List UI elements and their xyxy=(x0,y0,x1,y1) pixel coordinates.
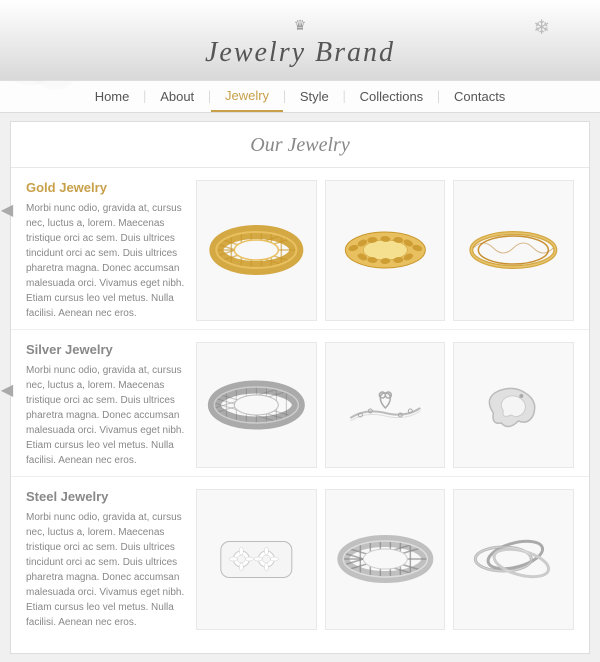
nav-jewelry[interactable]: Jewelry xyxy=(211,81,283,112)
main-content: Our Jewelry Gold Jewelry Morbi nunc odio… xyxy=(10,121,590,654)
steel-description-block: Steel Jewelry Morbi nunc odio, gravida a… xyxy=(26,489,186,630)
section-title: Our Jewelry xyxy=(11,122,589,168)
steel-image-1[interactable] xyxy=(196,489,317,630)
silver-image-1[interactable] xyxy=(196,342,317,468)
steel-description-text: Morbi nunc odio, gravida at, cursus nec,… xyxy=(26,510,186,630)
header: ♛ Jewelry Brand ❄ xyxy=(0,0,600,80)
nav-style[interactable]: Style xyxy=(286,82,343,111)
nav-home[interactable]: Home xyxy=(81,82,144,111)
page-wrapper: ♛ Jewelry Brand ❄ Home | About | Jewelry… xyxy=(0,0,600,662)
gold-description-text: Morbi nunc odio, gravida at, cursus nec,… xyxy=(26,201,186,321)
nav-collections[interactable]: Collections xyxy=(346,82,438,111)
scroll-down-arrow[interactable]: ◀ xyxy=(0,380,14,400)
scroll-up-arrow[interactable]: ◀ xyxy=(0,200,14,220)
silver-description-block: Silver Jewelry Morbi nunc odio, gravida … xyxy=(26,342,186,468)
gold-category-title: Gold Jewelry xyxy=(26,180,186,195)
gold-image-3[interactable] xyxy=(453,180,574,321)
steel-image-3[interactable] xyxy=(453,489,574,630)
silver-images xyxy=(196,342,574,468)
silver-category-title: Silver Jewelry xyxy=(26,342,186,357)
steel-jewelry-row: Steel Jewelry Morbi nunc odio, gravida a… xyxy=(11,476,589,638)
nav-bar: Home | About | Jewelry | Style | Collect… xyxy=(0,80,600,113)
nav-contacts[interactable]: Contacts xyxy=(440,82,519,111)
steel-image-2[interactable] xyxy=(325,489,446,630)
steel-images xyxy=(196,489,574,630)
gold-image-2[interactable] xyxy=(325,180,446,321)
gold-images xyxy=(196,180,574,321)
silver-image-3[interactable] xyxy=(453,342,574,468)
steel-category-title: Steel Jewelry xyxy=(26,489,186,504)
nav-about[interactable]: About xyxy=(146,82,208,111)
crown-icon: ♛ xyxy=(0,18,600,35)
silver-description-text: Morbi nunc odio, gravida at, cursus nec,… xyxy=(26,363,186,468)
gold-description-block: Gold Jewelry Morbi nunc odio, gravida at… xyxy=(26,180,186,321)
silver-image-2[interactable] xyxy=(325,342,446,468)
gold-image-1[interactable] xyxy=(196,180,317,321)
silver-jewelry-row: Silver Jewelry Morbi nunc odio, gravida … xyxy=(11,329,589,476)
brand-title: Jewelry Brand xyxy=(0,37,600,69)
gold-jewelry-row: Gold Jewelry Morbi nunc odio, gravida at… xyxy=(11,168,589,329)
